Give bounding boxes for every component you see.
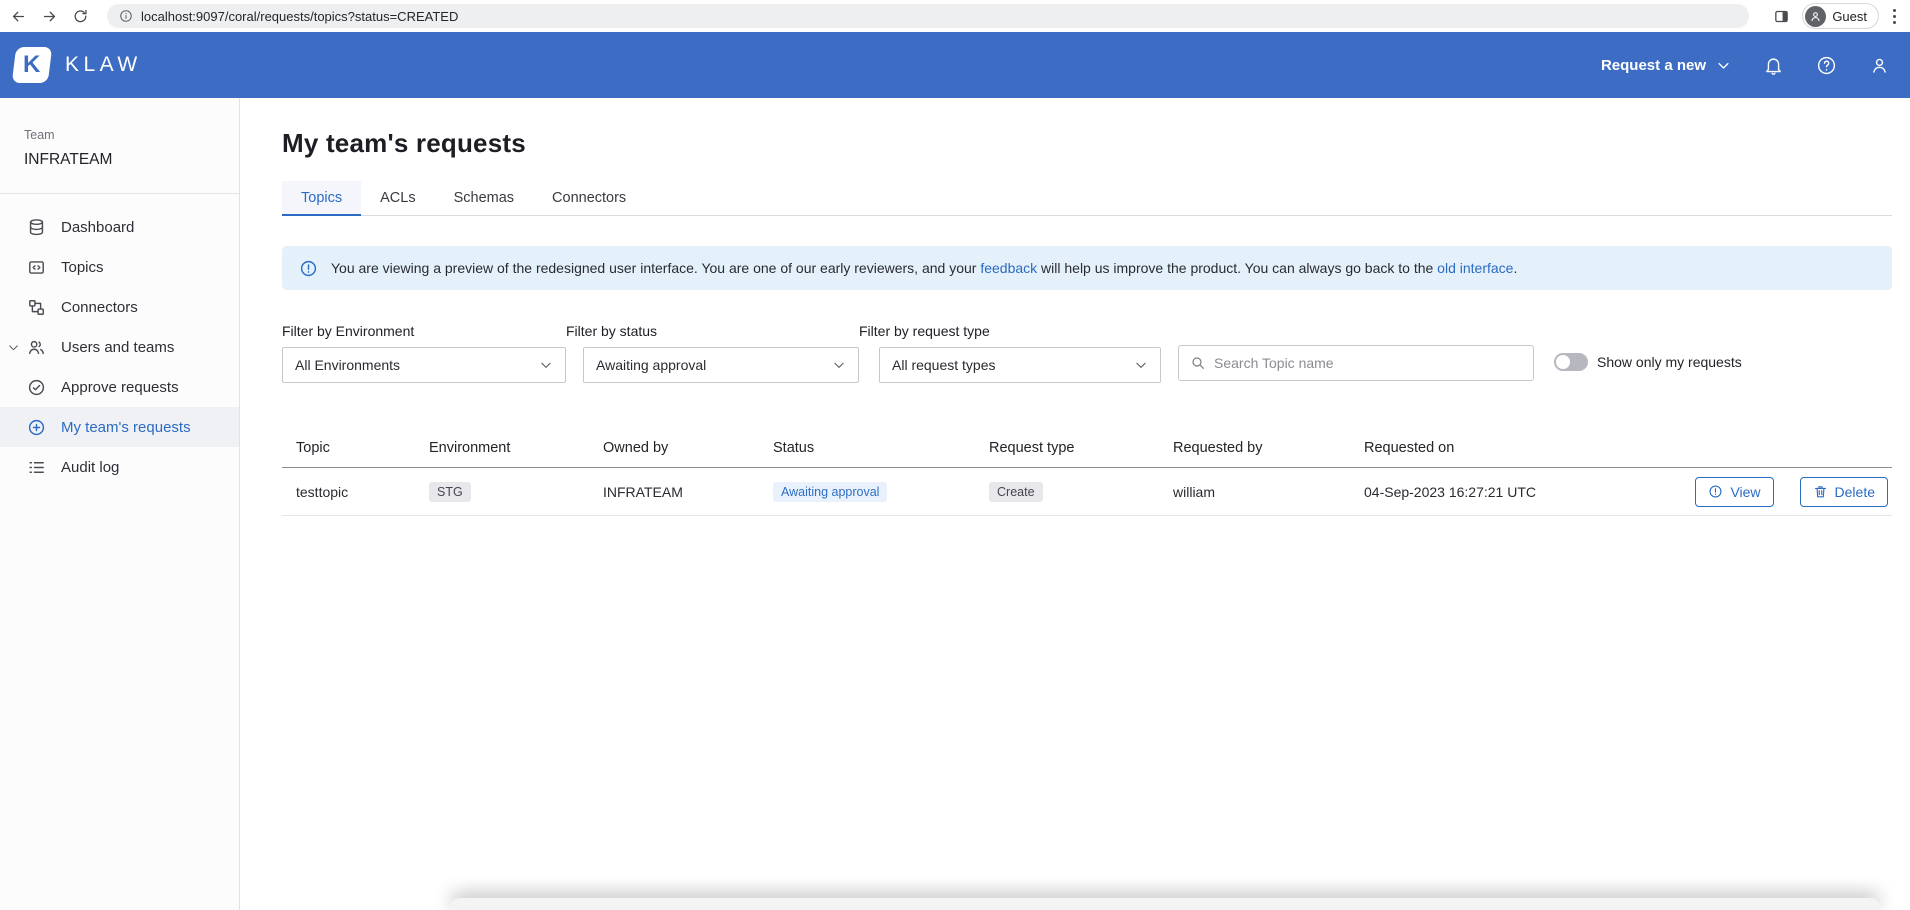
reload-icon[interactable] <box>72 8 89 25</box>
topic-search-box <box>1178 345 1534 381</box>
team-name: INFRATEAM <box>24 151 215 169</box>
status-badge: Awaiting approval <box>773 482 887 502</box>
col-request-type: Request type <box>989 440 1173 456</box>
browser-chrome: localhost:9097/coral/requests/topics?sta… <box>0 0 1910 32</box>
environment-filter-select[interactable]: All Environments <box>282 347 566 383</box>
tab-acls[interactable]: ACLs <box>361 181 434 216</box>
search-icon <box>1190 355 1206 371</box>
app-header: K KLAW Request a new <box>0 32 1910 98</box>
col-requested-on: Requested on <box>1364 440 1694 456</box>
sidebar-item-approve-requests[interactable]: Approve requests <box>0 367 239 407</box>
chevron-down-icon <box>1134 358 1148 372</box>
cell-topic: testtopic <box>296 484 429 500</box>
feedback-link[interactable]: feedback <box>980 260 1037 276</box>
page-title: My team's requests <box>282 128 1892 159</box>
plus-circle-icon <box>27 418 46 437</box>
chevron-down-icon <box>832 358 846 372</box>
forward-icon[interactable] <box>41 8 58 25</box>
browser-profile-chip[interactable]: Guest <box>1802 3 1879 29</box>
brand-name: KLAW <box>65 53 142 77</box>
profile-name: Guest <box>1832 9 1867 24</box>
col-status: Status <box>773 440 989 456</box>
klaw-logo-icon[interactable]: K <box>12 47 52 83</box>
chevron-down-icon <box>1716 58 1731 73</box>
request-type-filter-label: Filter by request type <box>859 323 1161 339</box>
tab-bar: Topics ACLs Schemas Connectors <box>282 181 1892 216</box>
back-icon[interactable] <box>10 8 27 25</box>
cell-requested-on: 04-Sep-2023 16:27:21 UTC <box>1364 484 1694 500</box>
user-icon <box>1869 55 1890 76</box>
sidebar-item-topics[interactable]: Topics <box>0 247 239 287</box>
delete-button[interactable]: Delete <box>1800 477 1888 507</box>
sidebar-item-dashboard[interactable]: Dashboard <box>0 207 239 247</box>
search-input[interactable] <box>1214 355 1522 371</box>
site-info-icon[interactable] <box>119 9 133 23</box>
col-environment: Environment <box>429 440 603 456</box>
notifications-button[interactable] <box>1763 55 1784 76</box>
environment-filter-label: Filter by Environment <box>282 323 566 339</box>
chevron-down-icon <box>539 358 553 372</box>
request-a-new-button[interactable]: Request a new <box>1601 57 1731 74</box>
sidebar-item-audit-log[interactable]: Audit log <box>0 447 239 487</box>
old-interface-link[interactable]: old interface <box>1437 260 1513 276</box>
tab-connectors[interactable]: Connectors <box>533 181 645 216</box>
dock-shadow-bar <box>450 898 1880 910</box>
avatar-icon <box>1805 6 1826 27</box>
col-owned-by: Owned by <box>603 440 773 456</box>
status-filter-label: Filter by status <box>566 323 859 339</box>
banner-text: You are viewing a preview of the redesig… <box>331 260 1517 276</box>
request-type-filter-select[interactable]: All request types <box>879 347 1161 383</box>
trash-icon <box>1813 484 1828 499</box>
table-row: testtopic STG INFRATEAM Awaiting approva… <box>282 468 1892 516</box>
browser-controls: Guest <box>1773 3 1898 29</box>
environment-badge: STG <box>429 482 471 502</box>
toggle-label: Show only my requests <box>1597 354 1742 370</box>
cell-owned-by: INFRATEAM <box>603 484 773 500</box>
topic-box-icon <box>27 258 46 277</box>
col-topic: Topic <box>296 440 429 456</box>
help-icon <box>1816 55 1837 76</box>
request-type-badge: Create <box>989 482 1043 502</box>
bell-icon <box>1763 55 1784 76</box>
users-icon <box>27 338 46 357</box>
check-circle-icon <box>27 378 46 397</box>
connectors-icon <box>27 298 46 317</box>
chevron-down-icon <box>7 341 20 354</box>
sidebar-divider <box>0 193 239 194</box>
profile-button[interactable] <box>1869 55 1890 76</box>
show-only-my-requests-toggle[interactable] <box>1554 353 1588 371</box>
table-header-row: Topic Environment Owned by Status Reques… <box>282 428 1892 468</box>
sidebar: Team INFRATEAM Dashboard Topics Connecto… <box>0 98 240 910</box>
url-text: localhost:9097/coral/requests/topics?sta… <box>141 9 458 24</box>
tab-topics[interactable]: Topics <box>282 181 361 216</box>
status-filter-select[interactable]: Awaiting approval <box>583 347 859 383</box>
cell-requested-by: william <box>1173 484 1364 500</box>
sidebar-nav: Dashboard Topics Connectors Users and te… <box>0 207 239 487</box>
database-icon <box>27 218 46 237</box>
col-requested-by: Requested by <box>1173 440 1364 456</box>
preview-banner: You are viewing a preview of the redesig… <box>282 246 1892 290</box>
filter-toolbar: Filter by Environment All Environments F… <box>282 323 1892 383</box>
kebab-menu-icon[interactable] <box>1891 7 1898 26</box>
view-button[interactable]: View <box>1695 477 1773 507</box>
side-panel-icon[interactable] <box>1773 8 1790 25</box>
url-bar[interactable]: localhost:9097/coral/requests/topics?sta… <box>107 4 1749 28</box>
info-circle-icon <box>1708 484 1723 499</box>
sidebar-item-my-teams-requests[interactable]: My team's requests <box>0 407 239 447</box>
main-content: My team's requests Topics ACLs Schemas C… <box>240 98 1910 910</box>
sidebar-item-connectors[interactable]: Connectors <box>0 287 239 327</box>
requests-table: Topic Environment Owned by Status Reques… <box>282 428 1892 516</box>
info-circle-icon <box>299 259 318 278</box>
sidebar-item-users-and-teams[interactable]: Users and teams <box>0 327 239 367</box>
tab-schemas[interactable]: Schemas <box>435 181 533 216</box>
team-label: Team <box>24 128 215 142</box>
help-button[interactable] <box>1816 55 1837 76</box>
list-icon <box>27 458 46 477</box>
